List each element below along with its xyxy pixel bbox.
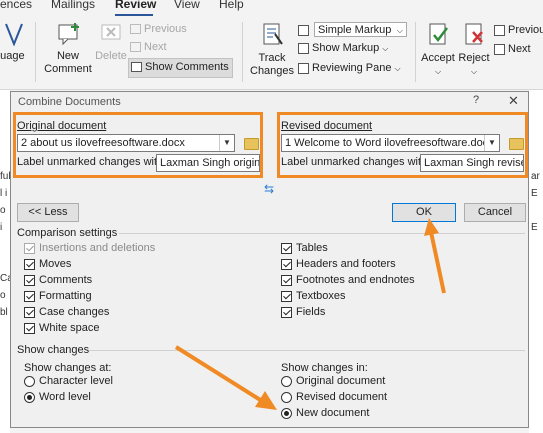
arrow-to-new-document — [174, 345, 277, 410]
arrow-to-ok — [424, 218, 446, 294]
annotation-arrows — [174, 218, 446, 410]
